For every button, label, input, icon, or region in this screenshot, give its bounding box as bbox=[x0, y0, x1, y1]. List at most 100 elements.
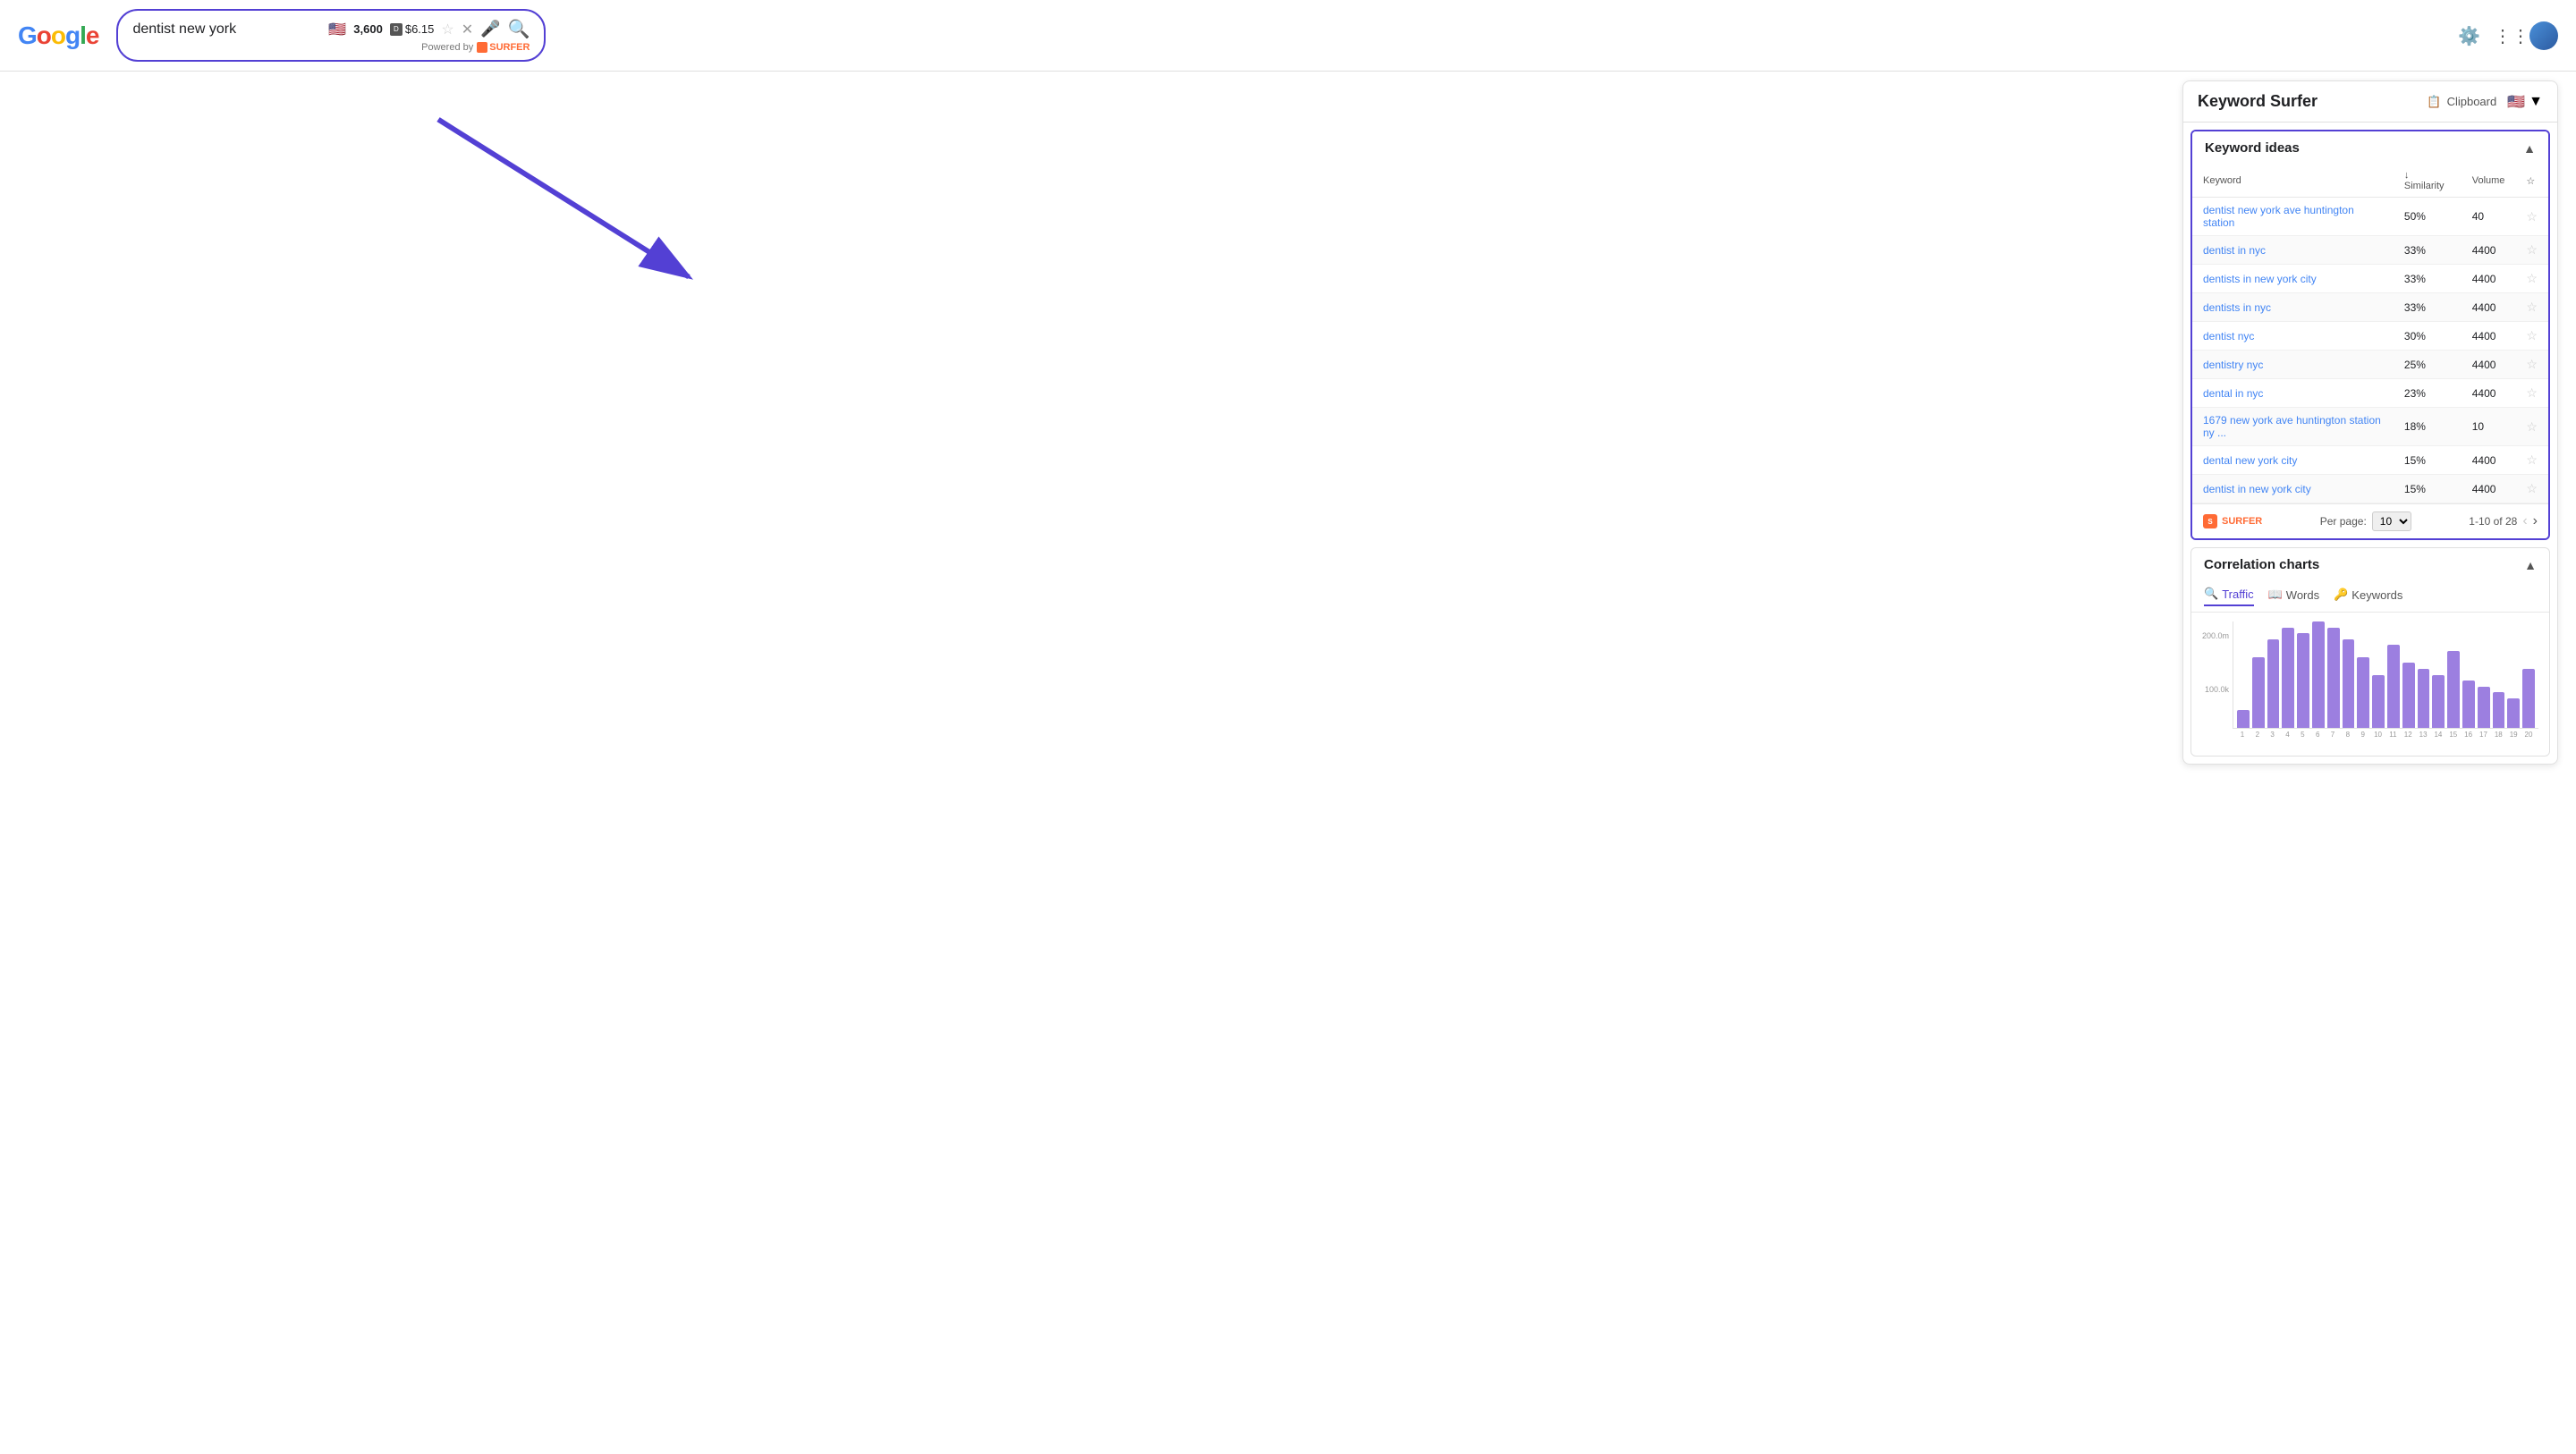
similarity-cell: 25% bbox=[2394, 351, 2462, 379]
tab-words[interactable]: 📖 Words bbox=[2268, 588, 2320, 605]
table-row: dental in nyc 23% 4400 ☆ bbox=[2192, 379, 2548, 408]
chart-bar bbox=[2447, 651, 2460, 728]
chart-x-label: 3 bbox=[2267, 731, 2279, 739]
chart-y-axis: 200.0m 100.0k bbox=[2202, 631, 2233, 739]
star-cell[interactable]: ☆ bbox=[2515, 379, 2548, 408]
clipboard-icon: 📋 bbox=[2427, 95, 2441, 109]
chart-bar bbox=[2522, 669, 2535, 728]
keyword-link[interactable]: dentist nyc bbox=[2203, 330, 2254, 342]
volume-cell: 4400 bbox=[2462, 351, 2516, 379]
volume-col-header: Volume bbox=[2462, 165, 2516, 198]
search-input[interactable]: dentist new york bbox=[132, 21, 319, 38]
star-cell[interactable]: ☆ bbox=[2515, 351, 2548, 379]
table-row: dentistry nyc 25% 4400 ☆ bbox=[2192, 351, 2548, 379]
keyword-cell: dentists in nyc bbox=[2192, 293, 2394, 322]
mic-button[interactable]: 🎤 bbox=[480, 20, 500, 38]
keyword-link[interactable]: 1679 new york ave huntington station ny … bbox=[2203, 414, 2381, 439]
star-cell[interactable]: ☆ bbox=[2515, 265, 2548, 293]
similarity-cell: 33% bbox=[2394, 293, 2462, 322]
pagination: 1-10 of 28 ‹ › bbox=[2469, 513, 2538, 529]
chart-x-label: 6 bbox=[2311, 731, 2324, 739]
chart-x-labels: 1234567891011121314151617181920 bbox=[2233, 729, 2538, 739]
keyword-link[interactable]: dentist in new york city bbox=[2203, 483, 2311, 495]
panel-header: Keyword Surfer 📋 Clipboard 🇺🇸 ▼ bbox=[2183, 81, 2557, 123]
surfer-brand: S SURFER bbox=[2203, 514, 2262, 528]
volume-cell: 4400 bbox=[2462, 446, 2516, 475]
chart-bar bbox=[2478, 687, 2490, 728]
chart-bar bbox=[2462, 681, 2475, 728]
per-page-select: Per page: 10 20 50 bbox=[2320, 511, 2411, 531]
similarity-cell: 23% bbox=[2394, 379, 2462, 408]
us-flag: 🇺🇸 bbox=[2507, 93, 2525, 111]
similarity-col-header[interactable]: ↓ Similarity bbox=[2394, 165, 2462, 198]
cpc-icon: D bbox=[390, 23, 402, 36]
chart-x-label: 9 bbox=[2357, 731, 2369, 739]
chart-bar bbox=[2432, 675, 2445, 729]
flag-dropdown[interactable]: 🇺🇸 ▼ bbox=[2507, 93, 2543, 111]
keyword-link[interactable]: dentist in nyc bbox=[2203, 244, 2266, 257]
per-page-dropdown[interactable]: 10 20 50 bbox=[2372, 511, 2411, 531]
star-cell[interactable]: ☆ bbox=[2515, 198, 2548, 236]
keyword-link[interactable]: dentists in new york city bbox=[2203, 273, 2317, 285]
keyword-link[interactable]: dentists in nyc bbox=[2203, 301, 2271, 314]
chart-x-label: 2 bbox=[2251, 731, 2264, 739]
star-cell[interactable]: ☆ bbox=[2515, 446, 2548, 475]
keyword-link[interactable]: dental in nyc bbox=[2203, 387, 2263, 400]
chart-bar bbox=[2267, 639, 2280, 728]
keyword-cell: dentist in new york city bbox=[2192, 475, 2394, 503]
chart-x-label: 15 bbox=[2447, 731, 2460, 739]
chart-bar bbox=[2493, 692, 2505, 728]
volume-cell: 4400 bbox=[2462, 265, 2516, 293]
next-page-button[interactable]: › bbox=[2533, 513, 2538, 529]
star-cell[interactable]: ☆ bbox=[2515, 322, 2548, 351]
chart-x-label: 10 bbox=[2372, 731, 2385, 739]
keyword-cell: dentist new york ave huntington station bbox=[2192, 198, 2394, 236]
table-row: 1679 new york ave huntington station ny … bbox=[2192, 408, 2548, 446]
traffic-icon: 🔍 bbox=[2204, 587, 2218, 601]
volume-cell: 40 bbox=[2462, 198, 2516, 236]
clipboard-button[interactable]: 📋 Clipboard bbox=[2427, 95, 2496, 109]
chart-bars-wrapper: 1234567891011121314151617181920 bbox=[2233, 621, 2538, 739]
tab-keywords[interactable]: 🔑 Keywords bbox=[2334, 588, 2402, 605]
keyword-link[interactable]: dental new york city bbox=[2203, 454, 2297, 467]
chart-bar bbox=[2418, 669, 2430, 728]
star-button[interactable]: ☆ bbox=[441, 21, 453, 38]
keyword-link[interactable]: dentistry nyc bbox=[2203, 359, 2263, 371]
search-box-top: dentist new york 🇺🇸 3,600 D $6.15 ☆ ✕ 🎤 … bbox=[132, 18, 530, 40]
keyword-cell: dentist nyc bbox=[2192, 322, 2394, 351]
cpc-value: $6.15 bbox=[405, 22, 435, 36]
powered-by: Powered by SURFER bbox=[132, 42, 530, 53]
close-button[interactable]: ✕ bbox=[462, 21, 473, 38]
chart-bars bbox=[2233, 621, 2538, 729]
settings-button[interactable]: ⚙️ bbox=[2458, 25, 2479, 46]
chart-x-label: 13 bbox=[2417, 731, 2429, 739]
chart-x-label: 8 bbox=[2342, 731, 2354, 739]
prev-page-button[interactable]: ‹ bbox=[2522, 513, 2527, 529]
star-cell[interactable]: ☆ bbox=[2515, 293, 2548, 322]
keyword-ideas-header[interactable]: Keyword ideas ▲ bbox=[2192, 131, 2548, 165]
star-cell[interactable]: ☆ bbox=[2515, 408, 2548, 446]
star-cell[interactable]: ☆ bbox=[2515, 236, 2548, 265]
chart-bar bbox=[2387, 645, 2400, 728]
panel-header-actions: 📋 Clipboard 🇺🇸 ▼ bbox=[2427, 93, 2543, 111]
keywords-icon: 🔑 bbox=[2334, 588, 2348, 602]
volume-cell: 4400 bbox=[2462, 293, 2516, 322]
search-button[interactable]: 🔍 bbox=[508, 18, 530, 40]
chart-tabs: 🔍 Traffic 📖 Words 🔑 Keywords bbox=[2191, 581, 2549, 613]
chart-x-label: 5 bbox=[2296, 731, 2309, 739]
similarity-cell: 15% bbox=[2394, 475, 2462, 503]
apps-button[interactable]: ⋮⋮⋮ bbox=[2494, 25, 2515, 46]
keyword-cell: 1679 new york ave huntington station ny … bbox=[2192, 408, 2394, 446]
user-avatar[interactable] bbox=[2529, 21, 2558, 50]
keyword-link[interactable]: dentist new york ave huntington station bbox=[2203, 204, 2354, 229]
chart-x-label: 19 bbox=[2507, 731, 2520, 739]
chart-x-label: 18 bbox=[2492, 731, 2504, 739]
star-cell[interactable]: ☆ bbox=[2515, 475, 2548, 503]
correlation-header[interactable]: Correlation charts ▲ bbox=[2191, 548, 2549, 581]
chart-inner: 200.0m 100.0k 12345678910111213141516171… bbox=[2202, 621, 2538, 739]
surfer-panel: Keyword Surfer 📋 Clipboard 🇺🇸 ▼ Keyword … bbox=[2182, 80, 2558, 765]
tab-traffic[interactable]: 🔍 Traffic bbox=[2204, 587, 2254, 606]
chevron-up-icon: ▲ bbox=[2523, 141, 2536, 156]
table-row: dentist in new york city 15% 4400 ☆ bbox=[2192, 475, 2548, 503]
table-footer: S SURFER Per page: 10 20 50 1-10 of 28 ‹… bbox=[2192, 503, 2548, 538]
